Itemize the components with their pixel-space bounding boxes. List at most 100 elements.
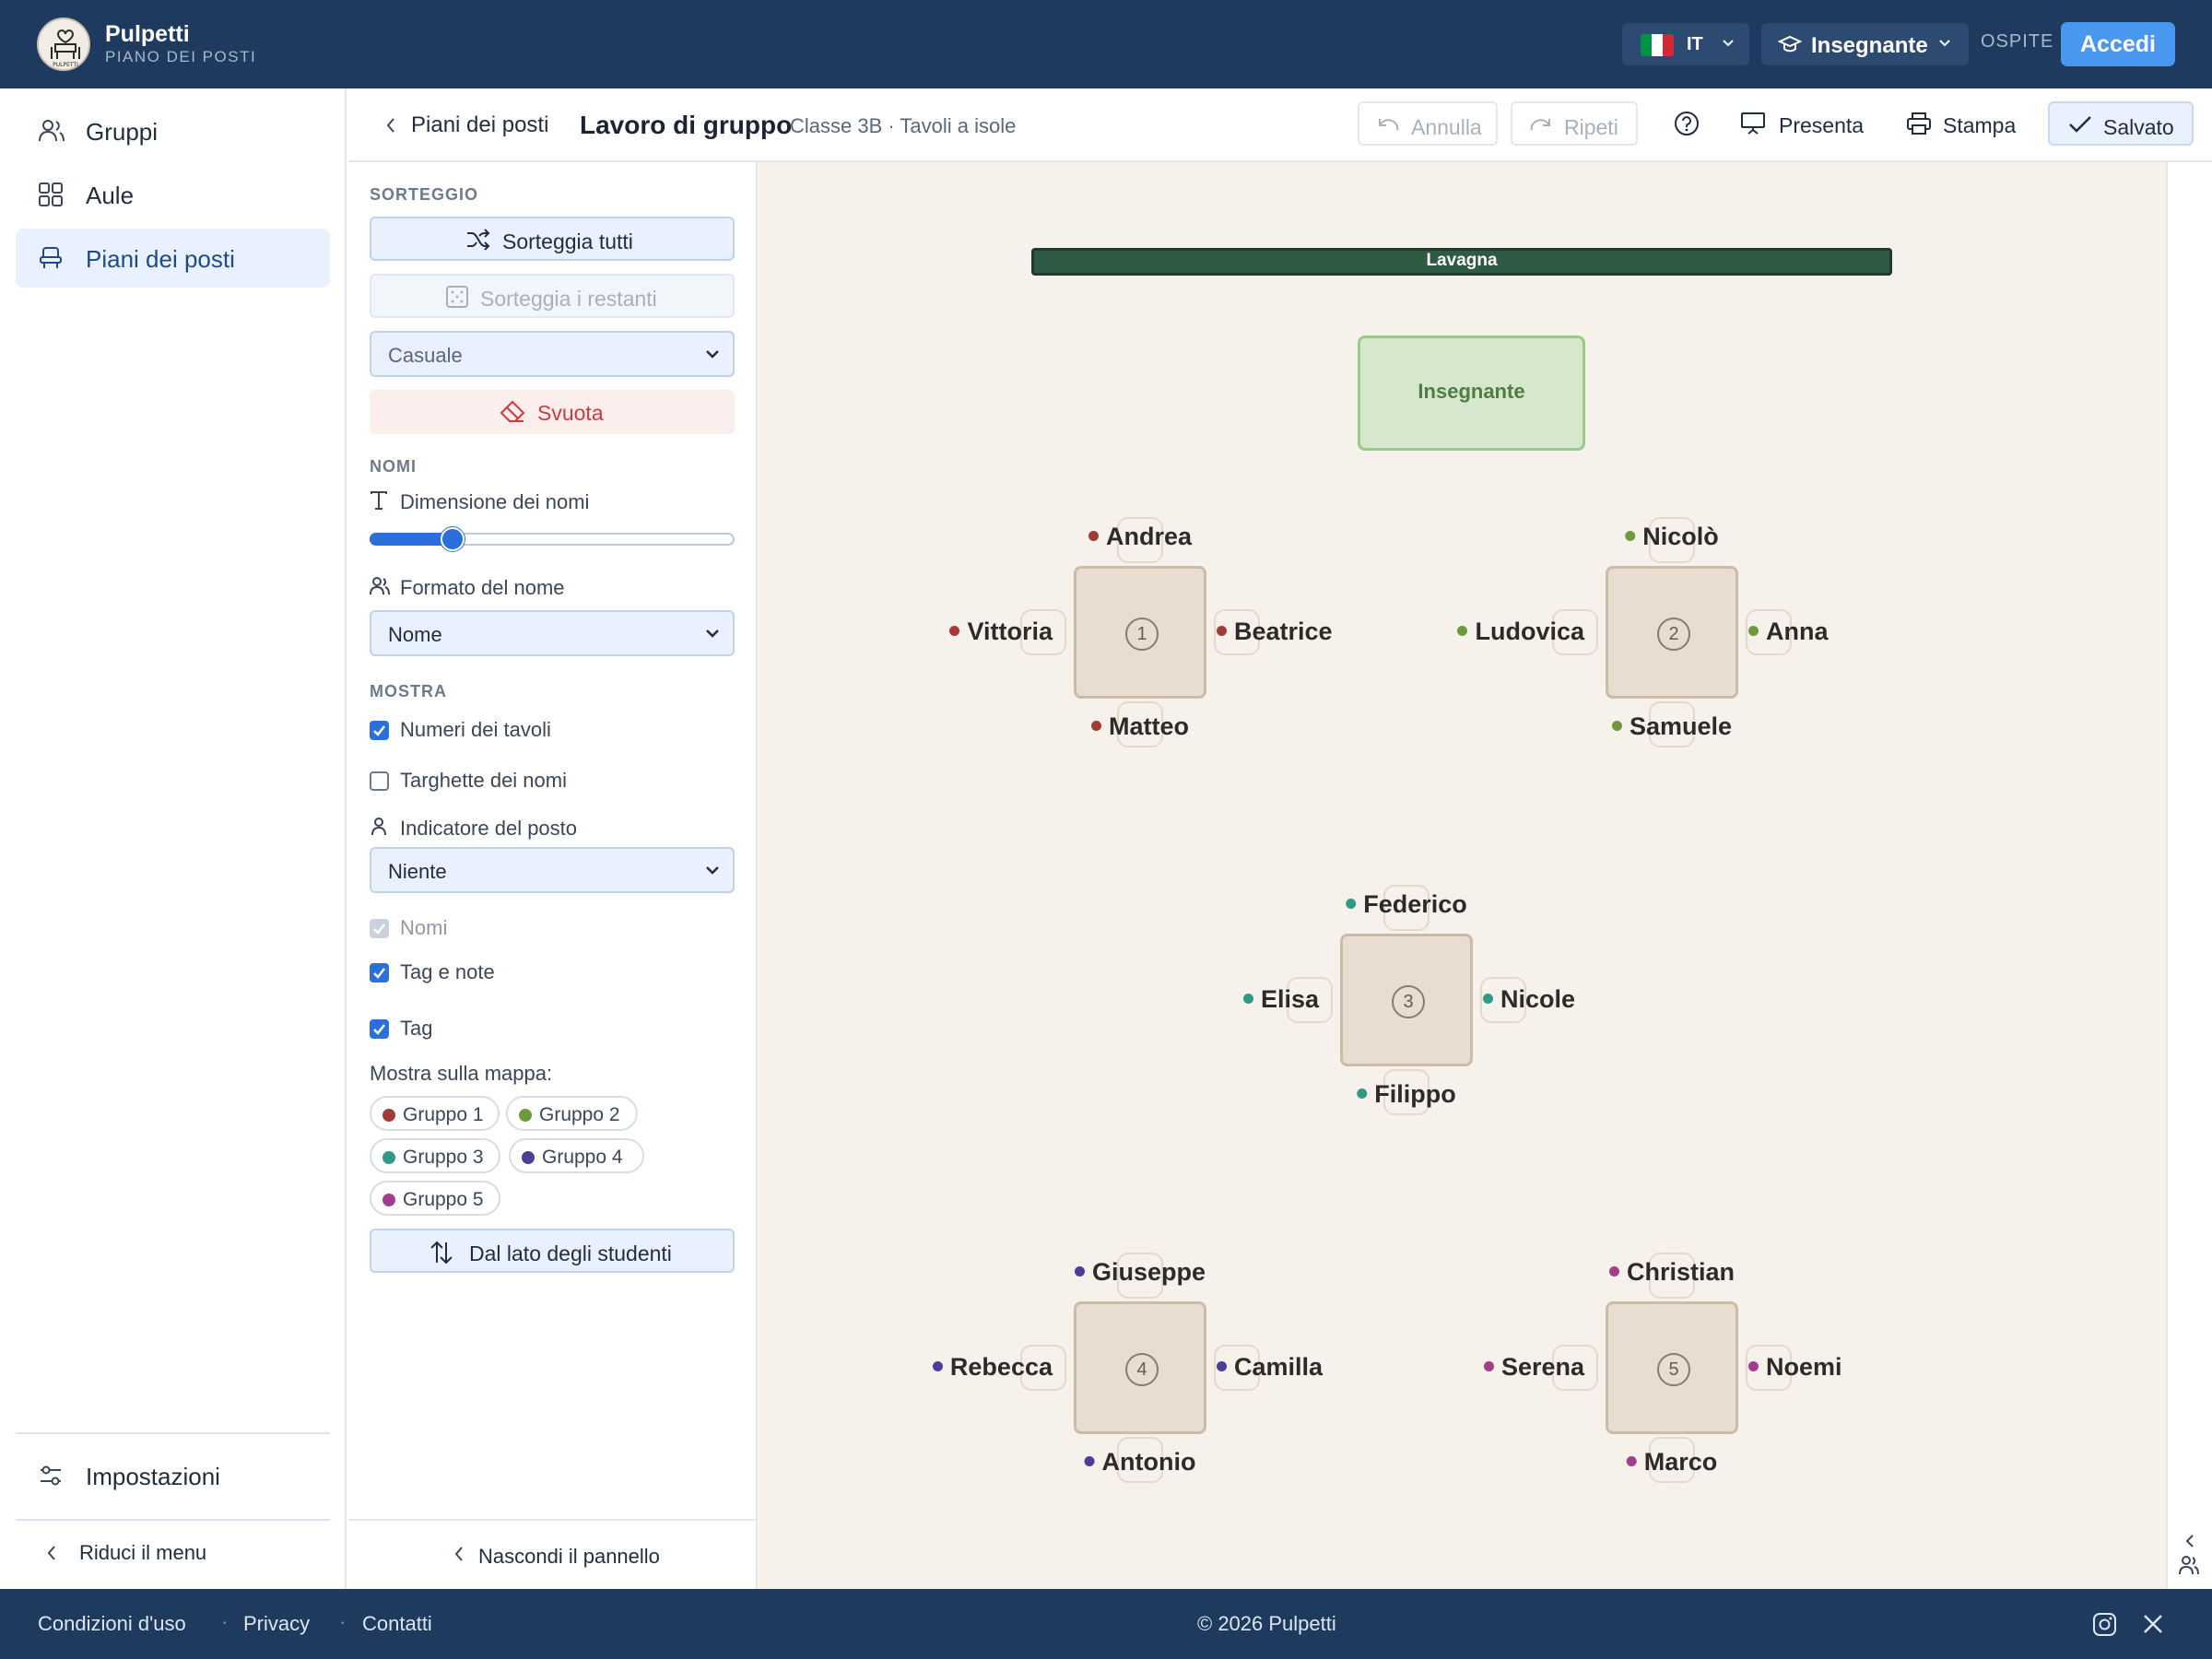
person-icon	[371, 818, 386, 836]
student-name-label: Filippo	[1374, 1080, 1456, 1108]
undo-button[interactable]: Annulla	[1358, 101, 1498, 146]
seating-table-3[interactable]: 3	[1340, 934, 1473, 1066]
student-name[interactable]: Anna	[1748, 618, 1829, 646]
student-name[interactable]: Giuseppe	[1074, 1258, 1206, 1287]
tag-checkbox[interactable]	[370, 1019, 389, 1039]
section-title-show: MOSTRA	[370, 682, 447, 700]
sidebar-item-impostazioni[interactable]: Impostazioni	[16, 1446, 330, 1505]
name-size-label: Dimensione dei nomi	[400, 490, 590, 513]
footer-separator: ·	[221, 1610, 229, 1633]
redo-button[interactable]: Ripeti	[1511, 101, 1638, 146]
table-number: 5	[1657, 1353, 1690, 1386]
clear-label: Svuota	[537, 401, 604, 425]
group-chip-4[interactable]: Gruppo 4	[509, 1138, 644, 1173]
shuffle-icon	[467, 229, 490, 251]
student-name[interactable]: Beatrice	[1217, 618, 1333, 646]
student-name-label: Samuele	[1629, 712, 1733, 740]
student-name[interactable]: Marco	[1626, 1448, 1717, 1477]
group-chip-1[interactable]: Gruppo 1	[370, 1096, 500, 1131]
group-chip-3[interactable]: Gruppo 3	[370, 1138, 500, 1173]
italy-flag-icon	[1641, 34, 1674, 56]
sidebar-item-piani-dei-posti[interactable]: Piani dei posti	[16, 229, 330, 288]
footer-link-terms[interactable]: Condizioni d'uso	[38, 1612, 186, 1636]
student-name[interactable]: Andrea	[1088, 523, 1192, 551]
name-format-select[interactable]: Nome	[370, 610, 735, 656]
footer-link-contacts[interactable]: Contatti	[362, 1612, 432, 1636]
shuffle-remaining-label: Sorteggia i restanti	[480, 287, 657, 311]
table-numbers-checkbox[interactable]	[370, 721, 389, 740]
shuffle-all-button[interactable]: Sorteggia tutti	[370, 217, 735, 261]
clear-button[interactable]: Svuota	[370, 390, 735, 434]
group-color-dot	[1242, 994, 1253, 1004]
group-chip-5[interactable]: Gruppo 5	[370, 1181, 500, 1216]
group-color-dot	[1357, 1088, 1368, 1099]
tags-notes-checkbox[interactable]	[370, 963, 389, 982]
student-name[interactable]: Camilla	[1217, 1353, 1323, 1382]
seating-table-4[interactable]: 4	[1074, 1301, 1206, 1434]
instagram-icon[interactable]	[2092, 1612, 2117, 1637]
sliders-icon	[41, 1465, 61, 1486]
x-twitter-icon[interactable]	[2142, 1613, 2164, 1635]
shuffle-remaining-button[interactable]: Sorteggia i restanti	[370, 274, 735, 318]
users-icon	[2179, 1556, 2199, 1575]
student-name[interactable]: Rebecca	[932, 1353, 1053, 1382]
shuffle-mode-select[interactable]: Casuale	[370, 331, 735, 377]
hide-panel-label: Nascondi il pannello	[478, 1545, 660, 1568]
seat-indicator-select[interactable]: Niente	[370, 847, 735, 893]
chevron-down-icon	[706, 350, 719, 359]
group-chip-label: Gruppo 2	[539, 1104, 620, 1125]
seating-table-1[interactable]: 1	[1074, 566, 1206, 699]
settings-panel: SORTEGGIO Sorteggia tutti Sorteggia i re…	[348, 162, 758, 1589]
student-name[interactable]: Elisa	[1242, 985, 1319, 1014]
map-filter-label: Mostra sulla mappa:	[370, 1062, 553, 1085]
table-numbers-label: Numeri dei tavoli	[400, 718, 551, 741]
student-side-button[interactable]: Dal lato degli studenti	[370, 1229, 735, 1273]
seating-table-5[interactable]: 5	[1606, 1301, 1738, 1434]
login-button[interactable]: Accedi	[2061, 22, 2175, 66]
student-name[interactable]: Antonio	[1084, 1448, 1195, 1477]
group-color-dot	[1748, 1361, 1759, 1371]
teacher-desk[interactable]: Insegnante	[1358, 335, 1585, 451]
group-chip-label: Gruppo 3	[403, 1147, 484, 1168]
student-name[interactable]: Filippo	[1357, 1080, 1456, 1109]
group-chip-label: Gruppo 5	[403, 1189, 484, 1210]
student-name[interactable]: Serena	[1483, 1353, 1584, 1382]
language-selector[interactable]: IT	[1622, 23, 1749, 65]
student-name[interactable]: Nicole	[1483, 985, 1575, 1014]
seating-table-2[interactable]: 2	[1606, 566, 1738, 699]
present-button[interactable]: Presenta	[1733, 101, 1871, 146]
student-name-label: Nicolò	[1642, 523, 1719, 550]
group-chip-2[interactable]: Gruppo 2	[506, 1096, 638, 1131]
group-color-dot	[522, 1151, 535, 1164]
student-name[interactable]: Matteo	[1091, 712, 1189, 741]
student-name[interactable]: Samuele	[1611, 712, 1733, 741]
names-checkbox[interactable]	[370, 919, 389, 938]
blackboard[interactable]: Lavagna	[1031, 248, 1892, 276]
shuffle-mode-value: Casuale	[388, 344, 463, 367]
saved-label: Salvato	[2103, 115, 2174, 139]
student-name[interactable]: Nicolò	[1625, 523, 1719, 551]
footer-link-privacy[interactable]: Privacy	[243, 1612, 310, 1636]
student-name[interactable]: Ludovica	[1457, 618, 1584, 646]
student-name[interactable]: Federico	[1346, 890, 1467, 919]
chevron-left-icon	[2185, 1535, 2194, 1547]
group-color-dot	[519, 1109, 532, 1122]
student-name[interactable]: Vittoria	[949, 618, 1053, 646]
present-label: Presenta	[1779, 113, 1865, 137]
slider-thumb[interactable]	[441, 527, 465, 551]
name-tags-checkbox[interactable]	[370, 771, 389, 791]
role-selector[interactable]: Insegnante	[1761, 23, 1969, 65]
sidebar-item-gruppi[interactable]: Gruppi	[16, 101, 330, 160]
collapse-menu-label: Riduci il menu	[79, 1541, 207, 1564]
print-button[interactable]: Stampa	[1904, 101, 2033, 146]
app-logo[interactable]: PULPETTI	[37, 18, 90, 71]
users-icon	[370, 577, 390, 595]
hide-panel-button[interactable]: Nascondi il pannello	[348, 1519, 756, 1589]
help-button[interactable]	[1665, 101, 1709, 146]
student-name[interactable]: Christian	[1608, 1258, 1735, 1287]
sidebar-item-aule[interactable]: Aule	[16, 165, 330, 224]
student-name[interactable]: Noemi	[1748, 1353, 1842, 1382]
saved-button[interactable]: Salvato	[2048, 101, 2194, 146]
seating-canvas[interactable]: Lavagna Insegnante 1 Andrea Matteo Vittoria…	[759, 162, 2166, 1589]
group-color-dot	[1217, 626, 1227, 636]
